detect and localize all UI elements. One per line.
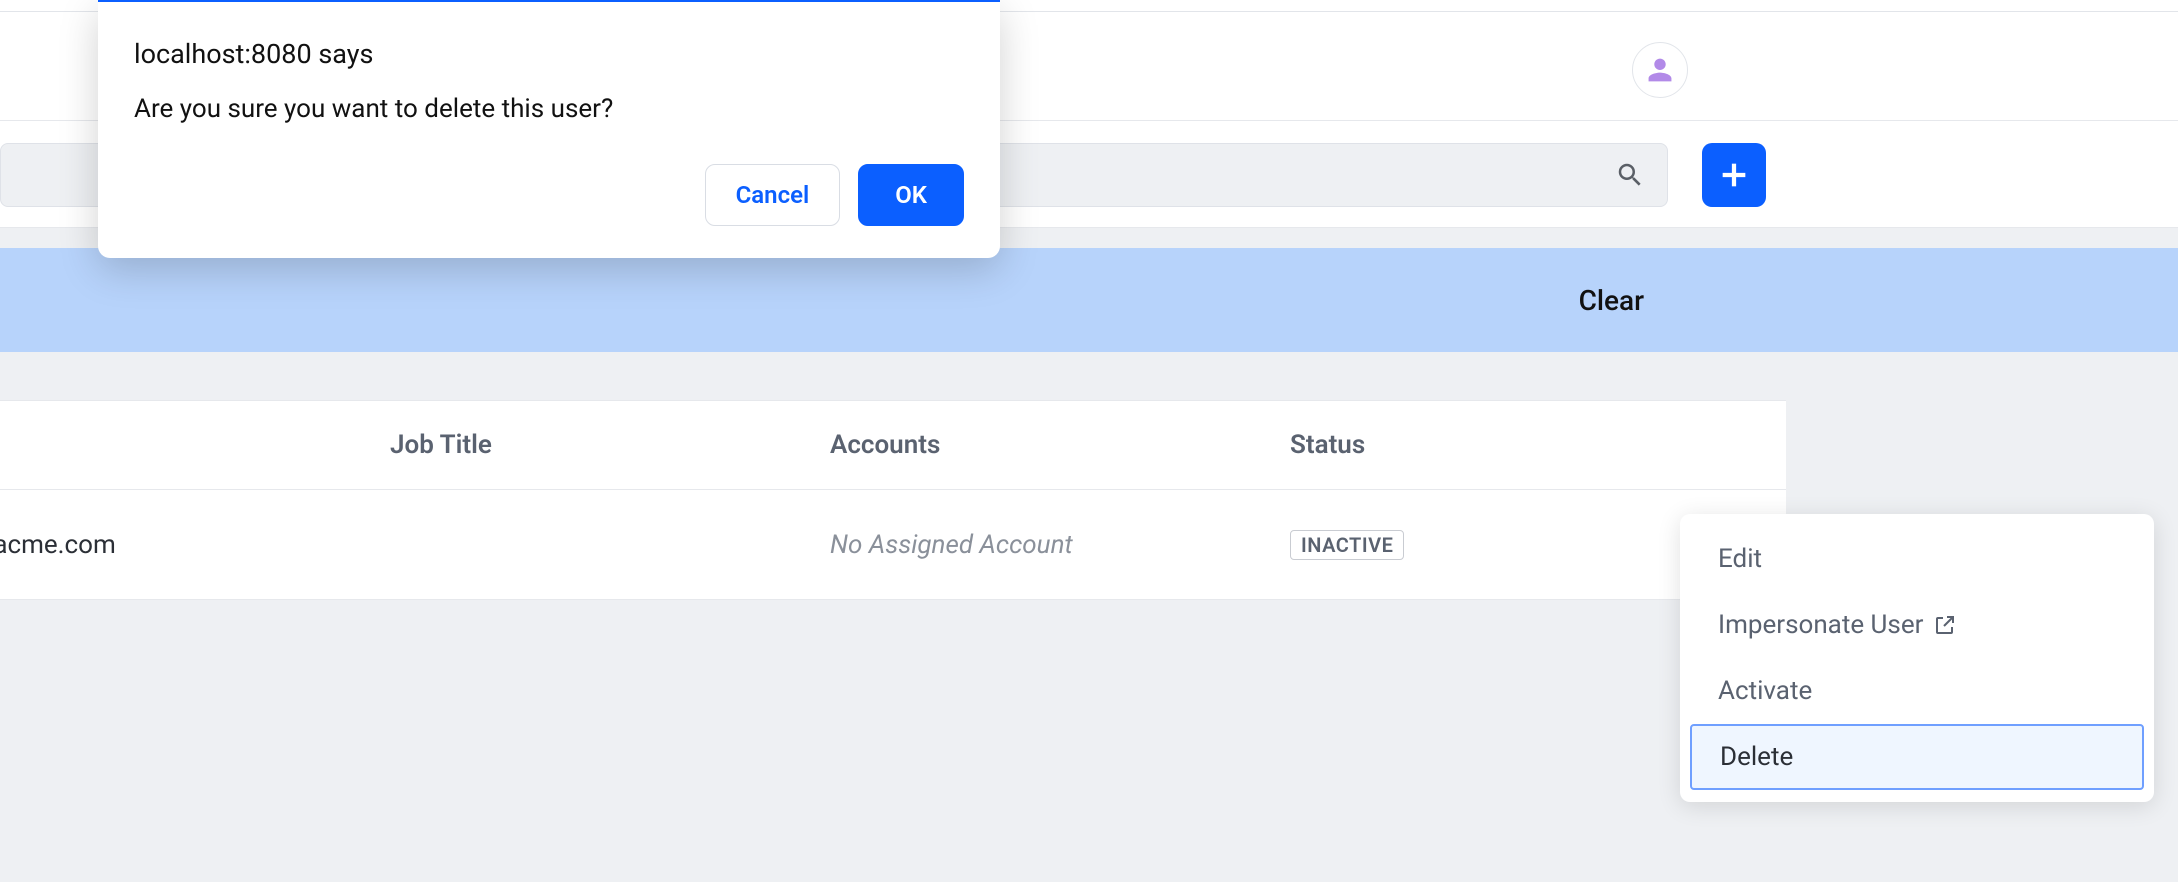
cell-email: @acme.com <box>0 530 360 560</box>
menu-item-activate[interactable]: Activate <box>1680 658 2154 724</box>
column-header-email: il <box>0 430 360 460</box>
clear-filter-link[interactable]: Clear <box>1579 284 1644 317</box>
menu-item-delete[interactable]: Delete <box>1690 724 2144 790</box>
menu-item-label: Activate <box>1718 676 1812 706</box>
cancel-button[interactable]: Cancel <box>705 164 841 226</box>
cell-status: INACTIVE <box>1290 529 1610 560</box>
external-link-icon <box>1933 613 1957 637</box>
user-icon <box>1646 56 1674 84</box>
menu-item-label: Impersonate User <box>1718 610 1923 640</box>
dialog-actions: Cancel OK <box>134 164 964 226</box>
confirm-dialog: localhost:8080 says Are you sure you wan… <box>98 0 1000 258</box>
avatar[interactable] <box>1632 42 1688 98</box>
status-badge: INACTIVE <box>1290 530 1404 560</box>
cell-accounts: No Assigned Account <box>830 530 1280 560</box>
menu-item-edit[interactable]: Edit <box>1680 526 2154 592</box>
dialog-title: localhost:8080 says <box>134 38 964 70</box>
search-icon <box>1615 160 1645 190</box>
plus-icon <box>1717 158 1751 192</box>
column-header-accounts: Accounts <box>830 430 1280 460</box>
table-row[interactable]: @acme.com No Assigned Account INACTIVE <box>0 490 1786 600</box>
add-button[interactable] <box>1702 143 1766 207</box>
column-header-status: Status <box>1290 430 1610 460</box>
table-header-row: il Job Title Accounts Status <box>0 400 1786 490</box>
menu-item-label: Edit <box>1718 544 1762 574</box>
menu-item-label: Delete <box>1720 742 1793 772</box>
ok-button[interactable]: OK <box>858 164 964 226</box>
context-menu: Edit Impersonate User Activate Delete <box>1680 514 2154 802</box>
column-header-job-title: Job Title <box>390 430 830 460</box>
menu-item-impersonate[interactable]: Impersonate User <box>1680 592 2154 658</box>
dialog-message: Are you sure you want to delete this use… <box>134 94 964 124</box>
filter-band: Clear <box>0 248 2178 352</box>
